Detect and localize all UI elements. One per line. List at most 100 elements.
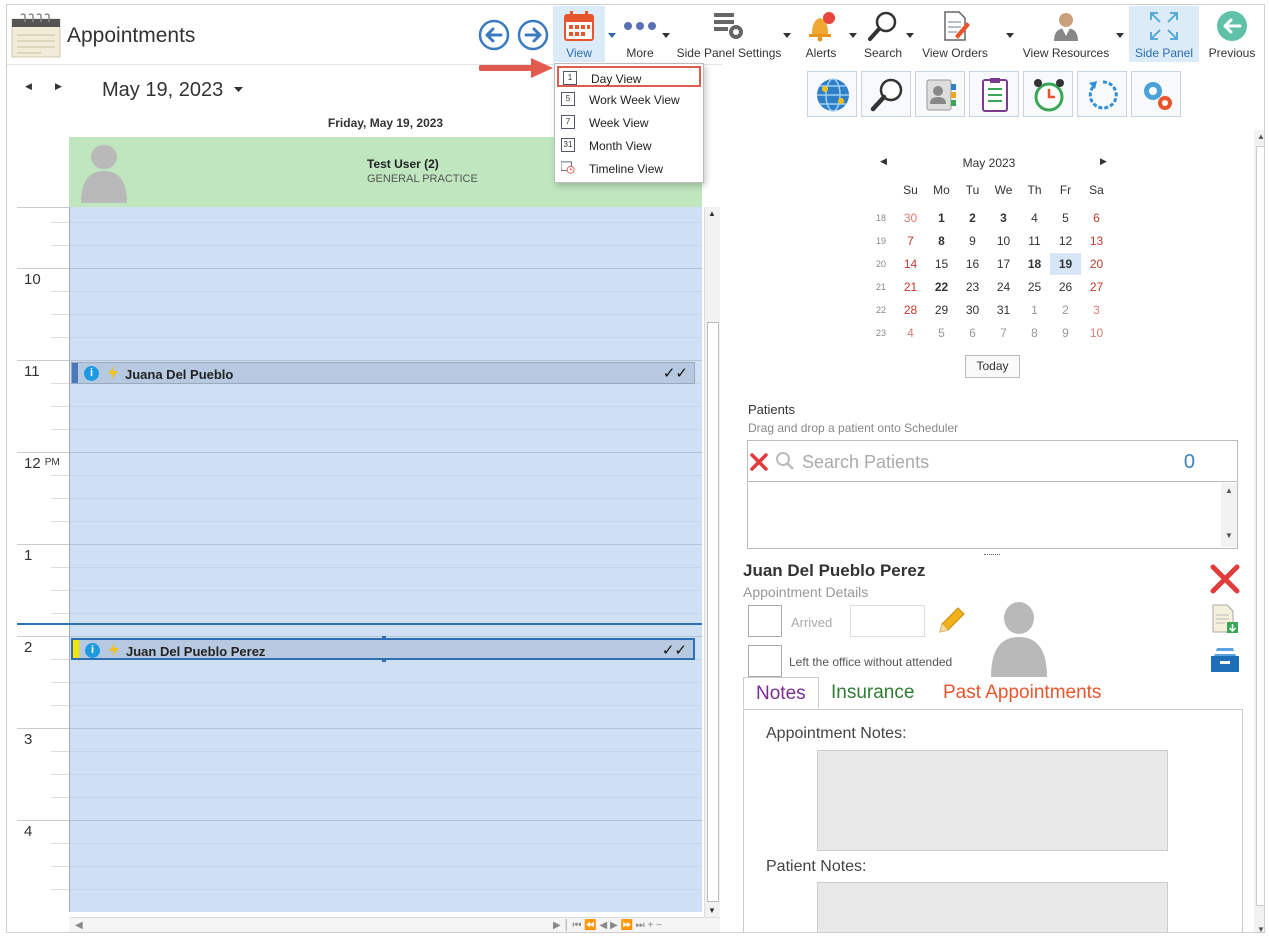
calendar-day[interactable]: 9 xyxy=(957,230,988,252)
view-orders-button[interactable]: View Orders xyxy=(919,6,991,62)
menu-item-week-view[interactable]: 7 Week View xyxy=(557,112,701,133)
side-panel-settings-button[interactable]: Side Panel Settings xyxy=(675,6,783,62)
calendar-day[interactable]: 31 xyxy=(988,299,1019,321)
alarm-clock-button[interactable] xyxy=(1023,71,1073,117)
date-dropdown-chevron-icon[interactable] xyxy=(234,87,243,93)
checklist-button[interactable] xyxy=(969,71,1019,117)
calendar-day[interactable]: 7 xyxy=(988,322,1019,344)
calendar-day[interactable]: 1 xyxy=(1019,299,1050,321)
calendar-day[interactable]: 23 xyxy=(957,276,988,298)
menu-item-month-view[interactable]: 31 Month View xyxy=(557,135,701,156)
calendar-day[interactable]: 4 xyxy=(1019,207,1050,229)
orders-dropdown-chevron-icon[interactable] xyxy=(1006,33,1014,39)
calendar-day[interactable]: 15 xyxy=(926,253,957,275)
menu-item-day-view[interactable]: 1 Day View xyxy=(557,66,701,87)
left-office-checkbox[interactable] xyxy=(748,645,782,677)
more-dropdown-chevron-icon[interactable] xyxy=(662,33,670,39)
calendar-day[interactable]: 27 xyxy=(1081,276,1112,298)
patient-search-box[interactable]: Search Patients 0 xyxy=(747,440,1238,482)
appointment-juan-del-pueblo-perez[interactable]: i Juan Del Pueblo Perez ✓✓ xyxy=(71,636,695,662)
search-tool-button[interactable] xyxy=(861,71,911,117)
calendar-day[interactable]: 8 xyxy=(1019,322,1050,344)
scheduler-horizontal-scrollbar[interactable]: ◀ ▶ │ ⏮ ⏪ ◀ ▶ ⏩ ⏭ + − xyxy=(69,917,720,932)
current-date[interactable]: May 19, 2023 xyxy=(102,79,223,102)
calendar-day[interactable]: 22 xyxy=(926,276,957,298)
calendar-day[interactable]: 11 xyxy=(1019,230,1050,252)
calendar-day[interactable]: 26 xyxy=(1050,276,1081,298)
calendar-day[interactable]: 14 xyxy=(895,253,926,275)
back-arrow-icon[interactable] xyxy=(478,19,510,51)
clear-x-icon[interactable] xyxy=(749,452,769,472)
calendar-day[interactable]: 18 xyxy=(1019,253,1050,275)
search-dropdown-chevron-icon[interactable] xyxy=(906,33,914,39)
settings-dropdown-chevron-icon[interactable] xyxy=(783,33,791,39)
calendar-day[interactable]: 9 xyxy=(1050,322,1081,344)
settings-gears-button[interactable] xyxy=(1131,71,1181,117)
appointment-notes-field[interactable] xyxy=(817,750,1168,851)
previous-button[interactable]: Previous xyxy=(1205,6,1259,62)
scheduler-vertical-scrollbar[interactable]: ▲ ▼ xyxy=(704,207,720,917)
delete-x-icon[interactable] xyxy=(1209,563,1241,595)
menu-item-timeline-view[interactable]: Timeline View xyxy=(557,158,701,179)
next-day-chevron-icon[interactable]: ▶ xyxy=(55,81,62,92)
info-icon[interactable]: i xyxy=(85,643,100,658)
calendar-day[interactable]: 1 xyxy=(926,207,957,229)
patient-list[interactable]: ▲ ▼ xyxy=(747,483,1238,549)
alerts-dropdown-chevron-icon[interactable] xyxy=(849,33,857,39)
resources-dropdown-chevron-icon[interactable] xyxy=(1116,33,1124,39)
calendar-day[interactable]: 13 xyxy=(1081,230,1112,252)
side-panel-scrollbar[interactable]: ▲ ▼ xyxy=(1254,130,1264,932)
prev-day-chevron-icon[interactable]: ◀ xyxy=(25,81,32,92)
document-download-icon[interactable] xyxy=(1211,604,1239,634)
patient-list-scrollbar[interactable]: ▲ ▼ xyxy=(1221,483,1237,547)
calendar-day[interactable]: 16 xyxy=(957,253,988,275)
resize-handle-top[interactable] xyxy=(382,636,386,640)
calendar-day[interactable]: 3 xyxy=(1081,299,1112,321)
globe-network-button[interactable] xyxy=(807,71,857,117)
calendar-day[interactable]: 17 xyxy=(988,253,1019,275)
calendar-day[interactable]: 12 xyxy=(1050,230,1081,252)
calendar-day[interactable]: 7 xyxy=(895,230,926,252)
calendar-day[interactable]: 5 xyxy=(926,322,957,344)
calendar-day[interactable]: 6 xyxy=(1081,207,1112,229)
calendar-day[interactable]: 2 xyxy=(957,207,988,229)
calendar-day[interactable]: 30 xyxy=(957,299,988,321)
patient-notes-field[interactable] xyxy=(817,882,1168,932)
calendar-day[interactable]: 2 xyxy=(1050,299,1081,321)
today-button[interactable]: Today xyxy=(965,355,1020,378)
tab-insurance[interactable]: Insurance xyxy=(819,677,926,709)
menu-item-work-week-view[interactable]: 5 Work Week View xyxy=(557,89,701,110)
calendar-day[interactable]: 20 xyxy=(1081,253,1112,275)
appointment-juana-del-pueblo[interactable]: i Juana Del Pueblo ✓✓ xyxy=(71,362,695,384)
calendar-day[interactable]: 28 xyxy=(895,299,926,321)
calendar-day[interactable]: 3 xyxy=(988,207,1019,229)
calendar-day-selected[interactable]: 19 xyxy=(1050,253,1081,275)
tab-notes[interactable]: Notes xyxy=(743,677,819,709)
calendar-day[interactable]: 8 xyxy=(926,230,957,252)
alerts-button[interactable]: Alerts xyxy=(796,6,846,62)
calendar-day[interactable]: 29 xyxy=(926,299,957,321)
calendar-day[interactable]: 10 xyxy=(1081,322,1112,344)
contact-card-button[interactable] xyxy=(915,71,965,117)
refresh-button[interactable] xyxy=(1077,71,1127,117)
view-resources-button[interactable]: View Resources xyxy=(1020,6,1112,62)
side-panel-button[interactable]: Side Panel xyxy=(1129,6,1199,62)
calendar-day[interactable]: 10 xyxy=(988,230,1019,252)
search-button[interactable]: Search xyxy=(859,6,907,62)
tab-past-appointments[interactable]: Past Appointments xyxy=(931,677,1113,709)
forward-arrow-icon[interactable] xyxy=(517,19,549,51)
arrived-checkbox[interactable] xyxy=(748,605,782,637)
calendar-day[interactable]: 5 xyxy=(1050,207,1081,229)
arrived-time-field[interactable] xyxy=(850,605,925,637)
calendar-day[interactable]: 6 xyxy=(957,322,988,344)
info-icon[interactable]: i xyxy=(84,366,99,381)
calendar-day[interactable]: 24 xyxy=(988,276,1019,298)
calendar-day[interactable]: 25 xyxy=(1019,276,1050,298)
resize-handle-bottom[interactable] xyxy=(382,658,386,662)
archive-box-icon[interactable] xyxy=(1209,646,1241,674)
more-button[interactable]: More xyxy=(615,6,665,62)
time-grid[interactable] xyxy=(69,207,702,912)
calendar-day[interactable]: 4 xyxy=(895,322,926,344)
calendar-next-month-icon[interactable]: ▶ xyxy=(1100,156,1107,167)
day-timeline[interactable]: 10 11 12 PM 1 2 3 4 i Juana Del Pueblo ✓✓… xyxy=(7,207,722,917)
